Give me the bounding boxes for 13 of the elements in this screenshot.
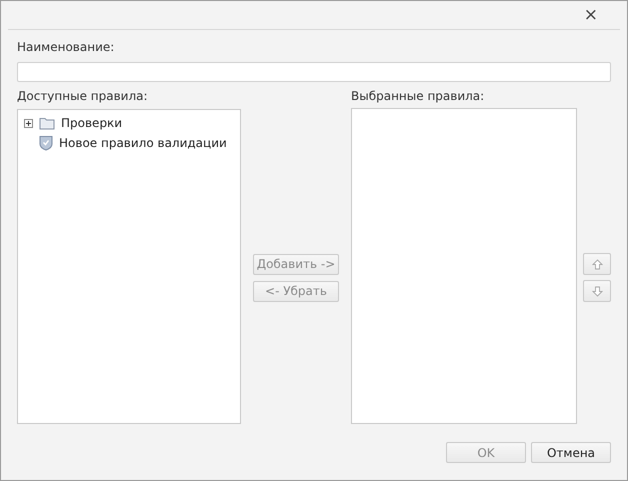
expand-icon[interactable]: [24, 118, 33, 128]
up-arrow-icon: [592, 258, 602, 270]
name-input-field[interactable]: [17, 62, 611, 82]
field-label: Наименование:: [17, 40, 116, 54]
list-label: Доступные правила:: [17, 89, 149, 103]
shield-icon: [39, 135, 53, 151]
close-button[interactable]: ×: [584, 6, 598, 24]
tree-item[interactable]: Проверки: [61, 114, 122, 132]
folder-icon: [39, 116, 55, 130]
tree-item[interactable]: Новое правило валидации: [59, 134, 227, 152]
down-arrow-icon: [592, 286, 602, 296]
dialog-button[interactable]: Отмена: [531, 442, 611, 463]
list-label: Выбранные правила:: [351, 89, 486, 103]
